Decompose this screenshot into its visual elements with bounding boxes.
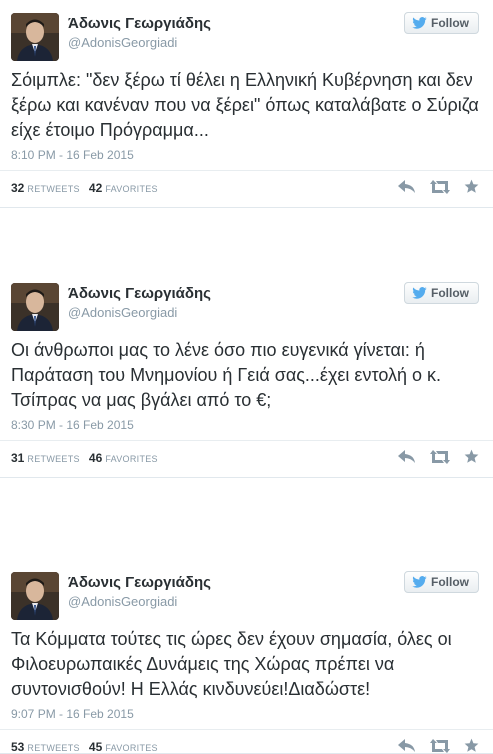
author-handle[interactable]: @AdonisGeorgiadi	[68, 35, 177, 50]
favorite-count[interactable]: 45	[89, 740, 102, 754]
tweet-text: Τα Κόμματα τούτες τις ώρες δεν έχουν σημ…	[11, 629, 452, 699]
author-name[interactable]: Άδωνις Γεωργιάδης	[68, 574, 211, 591]
avatar[interactable]	[11, 572, 59, 620]
reply-icon[interactable]	[398, 449, 416, 469]
twitter-bird-icon	[412, 287, 427, 299]
tweet-actions	[398, 738, 479, 754]
favorites-label: FAVORITES	[105, 454, 158, 464]
retweet-count[interactable]: 32	[11, 181, 24, 195]
tweet-text: Οι άνθρωποι μας το λένε όσο πιο ευγενικά…	[11, 340, 442, 410]
retweet-icon[interactable]	[430, 738, 450, 754]
reply-icon[interactable]	[398, 738, 416, 754]
author-handle[interactable]: @AdonisGeorgiadi	[68, 594, 177, 609]
tweet-card: Άδωνις Γεωργιάδης @AdonisGeorgiadi Follo…	[0, 270, 493, 478]
retweets-label: RETWEETS	[27, 184, 80, 194]
retweets-label: RETWEETS	[27, 454, 80, 464]
tweet-timestamp[interactable]: 8:30 PM - 16 Feb 2015	[11, 418, 134, 432]
tweet-stats: 31 RETWEETS 46 FAVORITES	[11, 451, 164, 465]
favorite-count[interactable]: 46	[89, 451, 102, 465]
star-icon[interactable]	[464, 179, 479, 199]
tweet-actions	[398, 179, 479, 199]
follow-button[interactable]: Follow	[404, 12, 479, 34]
author-name[interactable]: Άδωνις Γεωργιάδης	[68, 285, 211, 302]
favorite-count[interactable]: 42	[89, 181, 102, 195]
favorites-label: FAVORITES	[105, 184, 158, 194]
follow-label: Follow	[431, 286, 469, 300]
star-icon[interactable]	[464, 738, 479, 754]
retweet-count[interactable]: 53	[11, 740, 24, 754]
follow-button[interactable]: Follow	[404, 282, 479, 304]
avatar[interactable]	[11, 283, 59, 331]
retweets-label: RETWEETS	[27, 743, 80, 753]
tweet-text: Σόιμπλε: "δεν ξέρω τί θέλει η Ελληνική Κ…	[11, 70, 479, 140]
divider	[0, 729, 493, 730]
tweet-card: Άδωνις Γεωργιάδης @AdonisGeorgiadi Follo…	[0, 0, 493, 208]
tweet-timestamp[interactable]: 9:07 PM - 16 Feb 2015	[11, 707, 134, 721]
retweet-icon[interactable]	[430, 179, 450, 199]
author-handle[interactable]: @AdonisGeorgiadi	[68, 305, 177, 320]
author-name[interactable]: Άδωνις Γεωργιάδης	[68, 15, 211, 32]
avatar[interactable]	[11, 13, 59, 61]
tweet-actions	[398, 449, 479, 469]
twitter-bird-icon	[412, 576, 427, 588]
divider	[0, 170, 493, 171]
tweet-timestamp[interactable]: 8:10 PM - 16 Feb 2015	[11, 148, 134, 162]
divider	[0, 440, 493, 441]
favorites-label: FAVORITES	[105, 743, 158, 753]
follow-button[interactable]: Follow	[404, 571, 479, 593]
star-icon[interactable]	[464, 449, 479, 469]
twitter-bird-icon	[412, 17, 427, 29]
retweet-icon[interactable]	[430, 449, 450, 469]
follow-label: Follow	[431, 575, 469, 589]
tweet-stats: 53 RETWEETS 45 FAVORITES	[11, 740, 164, 754]
tweet-card: Άδωνις Γεωργιάδης @AdonisGeorgiadi Follo…	[0, 559, 493, 754]
retweet-count[interactable]: 31	[11, 451, 24, 465]
follow-label: Follow	[431, 16, 469, 30]
tweet-stats: 32 RETWEETS 42 FAVORITES	[11, 181, 164, 195]
reply-icon[interactable]	[398, 179, 416, 199]
